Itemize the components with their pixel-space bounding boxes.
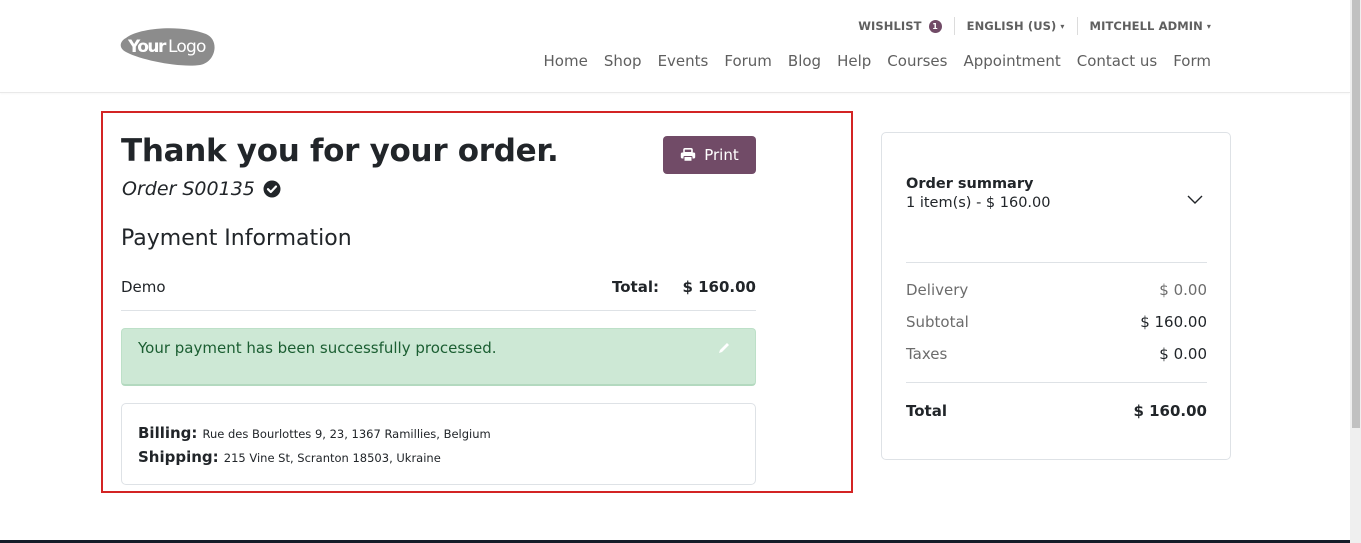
payment-row: Demo Total: $ 160.00 [121, 275, 756, 311]
shipping-label: Shipping: [138, 448, 219, 466]
order-summary-card: Order summary 1 item(s) - $ 160.00 Deliv… [881, 132, 1231, 460]
divider [906, 382, 1207, 383]
page-scrollbar[interactable] [1350, 0, 1361, 543]
summary-row-total: Total $ 160.00 [906, 402, 1207, 420]
site-logo[interactable]: Your Logo [120, 26, 216, 67]
wishlist-label: WISHLIST [858, 19, 922, 33]
page-title: Thank you for your order. [121, 133, 559, 169]
billing-address-line: Billing: Rue des Bourlottes 9, 23, 1367 … [138, 423, 491, 442]
payment-section-title: Payment Information [121, 226, 352, 251]
logo-text-bold: Your [127, 37, 167, 57]
user-name: MITCHELL ADMIN [1089, 19, 1203, 33]
address-card: Billing: Rue des Bourlottes 9, 23, 1367 … [121, 403, 756, 485]
logo-text-light: Logo [168, 37, 206, 57]
nav-shop[interactable]: Shop [596, 52, 650, 70]
summary-row-value: $ 0.00 [1159, 281, 1207, 299]
summary-row-delivery: Delivery $ 0.00 [906, 281, 1207, 299]
nav-help[interactable]: Help [829, 52, 879, 70]
caret-down-icon: ▾ [1060, 21, 1065, 31]
main-nav: Home Shop Events Forum Blog Help Courses… [536, 52, 1211, 70]
nav-courses[interactable]: Courses [879, 52, 955, 70]
summary-total-label: Total [906, 402, 947, 420]
order-summary-subtitle: 1 item(s) - $ 160.00 [906, 195, 1051, 211]
shipping-address: 215 Vine St, Scranton 18503, Ukraine [223, 451, 441, 465]
summary-row-label: Taxes [906, 345, 948, 363]
summary-row-value: $ 0.00 [1159, 345, 1207, 363]
summary-total-value: $ 160.00 [1133, 402, 1207, 420]
order-summary-title: Order summary [906, 176, 1034, 192]
summary-row-value: $ 160.00 [1140, 313, 1207, 331]
nav-forum[interactable]: Forum [716, 52, 780, 70]
site-header: Your Logo WISHLIST 1 ENGLISH (US) ▾ MITC… [0, 0, 1350, 93]
wishlist-link[interactable]: WISHLIST 1 [846, 19, 953, 33]
summary-row-label: Subtotal [906, 313, 969, 331]
payment-success-alert: Your payment has been successfully proce… [121, 328, 756, 386]
logo-icon: Your Logo [120, 28, 215, 66]
divider [906, 262, 1207, 263]
language-label: ENGLISH (US) [966, 19, 1057, 33]
payment-total-label: Total: [612, 278, 659, 296]
top-links: WISHLIST 1 ENGLISH (US) ▾ MITCHELL ADMIN… [846, 16, 1211, 36]
payment-method: Demo [121, 278, 166, 296]
user-menu-dropdown[interactable]: MITCHELL ADMIN ▾ [1078, 19, 1211, 33]
print-button[interactable]: Print [663, 136, 756, 174]
billing-address: Rue des Bourlottes 9, 23, 1367 Ramillies… [202, 427, 491, 441]
nav-events[interactable]: Events [650, 52, 717, 70]
print-label: Print [704, 146, 739, 164]
chevron-down-icon[interactable] [1186, 190, 1204, 204]
scrollbar-thumb[interactable] [1352, 0, 1360, 428]
order-number: Order S00135 [122, 178, 255, 200]
nav-form[interactable]: Form [1165, 52, 1211, 70]
summary-row-taxes: Taxes $ 0.00 [906, 345, 1207, 363]
summary-row-subtotal: Subtotal $ 160.00 [906, 313, 1207, 331]
language-dropdown[interactable]: ENGLISH (US) ▾ [955, 19, 1077, 33]
order-summary-header[interactable]: Order summary 1 item(s) - $ 160.00 [906, 176, 1050, 211]
check-circle-icon [263, 180, 281, 198]
nav-blog[interactable]: Blog [780, 52, 829, 70]
payment-total-value: $ 160.00 [682, 278, 756, 296]
caret-down-icon: ▾ [1206, 21, 1211, 31]
shipping-address-line: Shipping: 215 Vine St, Scranton 18503, U… [138, 447, 441, 466]
summary-row-label: Delivery [906, 281, 969, 299]
billing-label: Billing: [138, 424, 198, 442]
nav-contact-us[interactable]: Contact us [1069, 52, 1165, 70]
printer-icon [681, 148, 696, 162]
order-reference: Order S00135 [122, 178, 281, 200]
pencil-icon[interactable] [717, 341, 731, 355]
alert-message: Your payment has been successfully proce… [138, 339, 497, 357]
nav-appointment[interactable]: Appointment [955, 52, 1068, 70]
nav-home[interactable]: Home [536, 52, 596, 70]
wishlist-count-badge: 1 [928, 19, 942, 33]
